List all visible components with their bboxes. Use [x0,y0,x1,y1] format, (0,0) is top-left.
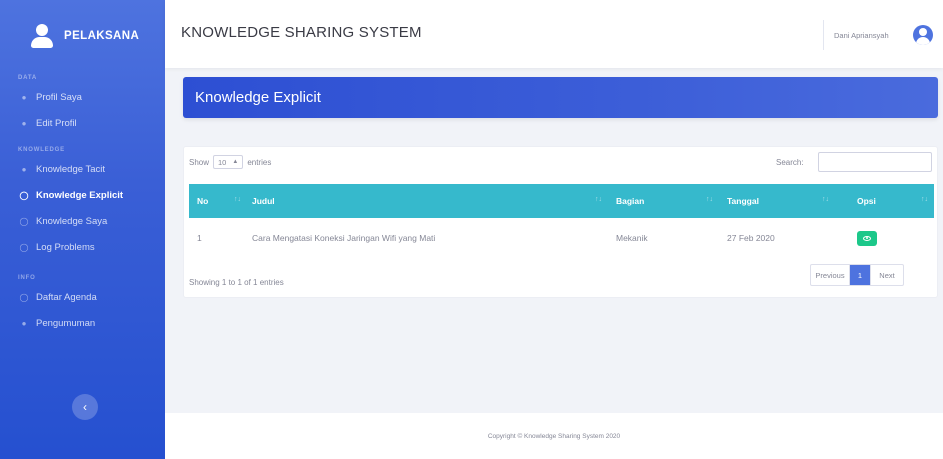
column-header-no[interactable]: No ↑↓ [189,184,244,218]
column-header-opsi[interactable]: Opsi ↑↓ [835,184,934,218]
column-header-label: Judul [252,196,275,206]
column-header-bagian[interactable]: Bagian ↑↓ [608,184,719,218]
chevron-left-icon: ‹ [83,400,87,414]
table-row: 1 Cara Mengatasi Koneksi Jaringan Wifi y… [189,218,934,258]
app-title: KNOWLEDGE SHARING SYSTEM [181,24,422,41]
info-circle-icon: ◯ [19,242,29,252]
column-header-judul[interactable]: Judul ↑↓ [244,184,608,218]
sidebar-item-label: Pengumuman [36,317,96,329]
length-prefix: Show [189,157,210,167]
sidebar-item-profil-saya[interactable]: ● Profil Saya [0,84,165,110]
section-heading-info: INFO [18,275,36,281]
user-edit-icon: ● [21,118,27,128]
user-icon: ● [21,318,27,328]
sort-icon: ↑↓ [921,196,928,203]
previous-button[interactable]: Previous [811,265,850,285]
search-input[interactable] [818,152,932,172]
table-header-row: No ↑↓ Judul ↑↓ Bagian ↑↓ Tanggal ↑↓ Opsi [189,184,934,218]
user-icon: ● [21,92,27,102]
cell-opsi [835,218,934,258]
info-circle-icon: ◯ [19,292,29,302]
column-header-tanggal[interactable]: Tanggal ↑↓ [719,184,835,218]
sidebar-toggle-button[interactable]: ‹ [72,394,98,420]
cell-no: 1 [197,233,202,243]
sort-icon: ↑↓ [234,196,241,203]
sidebar-item-knowledge-tacit[interactable]: ● Knowledge Tacit [0,156,165,182]
length-suffix: entries [247,157,272,167]
page-title: Knowledge Explicit [195,89,321,106]
view-button[interactable] [857,230,877,246]
entries-select-value: 10 [218,157,227,167]
sidebar-item-knowledge-explicit[interactable]: ◯ Knowledge Explicit [0,182,165,208]
column-header-label: Tanggal [727,196,759,206]
next-button[interactable]: Next [870,265,903,285]
cell-bagian: Mekanik [616,233,648,243]
topbar: KNOWLEDGE SHARING SYSTEM Dani Apriansyah [165,0,943,68]
sort-icon: ↑↓ [595,196,602,203]
sidebar-item-label: Daftar Agenda [36,291,97,303]
sidebar-item-label: Profil Saya [36,91,82,103]
search-label: Search: [776,158,804,167]
sidebar-item-pengumuman[interactable]: ● Pengumuman [0,310,165,336]
knowledge-table: No ↑↓ Judul ↑↓ Bagian ↑↓ Tanggal ↑↓ Opsi [189,184,934,258]
table-card: Show 10 ▲︎ entries Search: No ↑↓ Judul ↑… [183,146,938,298]
table-info: Showing 1 to 1 of 1 entries [189,278,284,287]
user-name[interactable]: Dani Apriansyah [834,31,889,40]
sidebar-brand[interactable]: PELAKSANA [0,0,165,72]
section-heading-knowledge: KNOWLEDGE [18,147,65,153]
section-heading-profile: DATA [18,75,37,81]
sidebar-item-log-problems[interactable]: ◯ Log Problems [0,234,165,260]
column-header-label: No [197,196,209,206]
sidebar-item-label: Edit Profil [36,117,77,129]
sidebar-item-edit-profil[interactable]: ● Edit Profil [0,110,165,136]
entries-select[interactable]: 10 ▲︎ [213,155,244,169]
sidebar-item-label: Knowledge Tacit [36,163,106,175]
lightbulb-icon: ◯ [19,190,29,200]
topbar-divider [823,20,824,50]
column-header-label: Opsi [857,196,876,206]
info-circle-icon: ◯ [19,216,29,226]
caret-updown-icon: ▲︎ [232,159,239,165]
sidebar-item-daftar-agenda[interactable]: ◯ Daftar Agenda [0,284,165,310]
brand-text: PELAKSANA [64,30,140,42]
sidebar-item-label: Log Problems [36,241,95,253]
cell-tanggal: 27 Feb 2020 [727,233,775,243]
user-icon [30,24,54,48]
sort-icon: ↑↓ [822,196,829,203]
lightbulb-icon: ● [21,164,27,174]
sort-icon: ↑↓ [706,196,713,203]
sidebar: PELAKSANA DATA ● Profil Saya ● Edit Prof… [0,0,165,459]
cell-judul: Cara Mengatasi Koneksi Jaringan Wifi yan… [252,233,436,243]
page-1-button[interactable]: 1 [850,265,870,285]
pagination: Previous 1 Next [810,264,904,286]
user-circle-icon[interactable] [913,25,933,45]
column-header-label: Bagian [616,196,645,206]
length-control: Show 10 ▲︎ entries [189,155,271,169]
sidebar-item-label: Knowledge Saya [36,215,108,227]
eye-icon [863,235,871,241]
copyright-text: Copyright © Knowledge Sharing System 202… [487,433,621,440]
page-header: Knowledge Explicit [183,77,938,118]
sidebar-item-label: Knowledge Explicit [36,189,124,201]
sidebar-item-knowledge-saya[interactable]: ◯ Knowledge Saya [0,208,165,234]
footer: Copyright © Knowledge Sharing System 202… [165,413,943,459]
